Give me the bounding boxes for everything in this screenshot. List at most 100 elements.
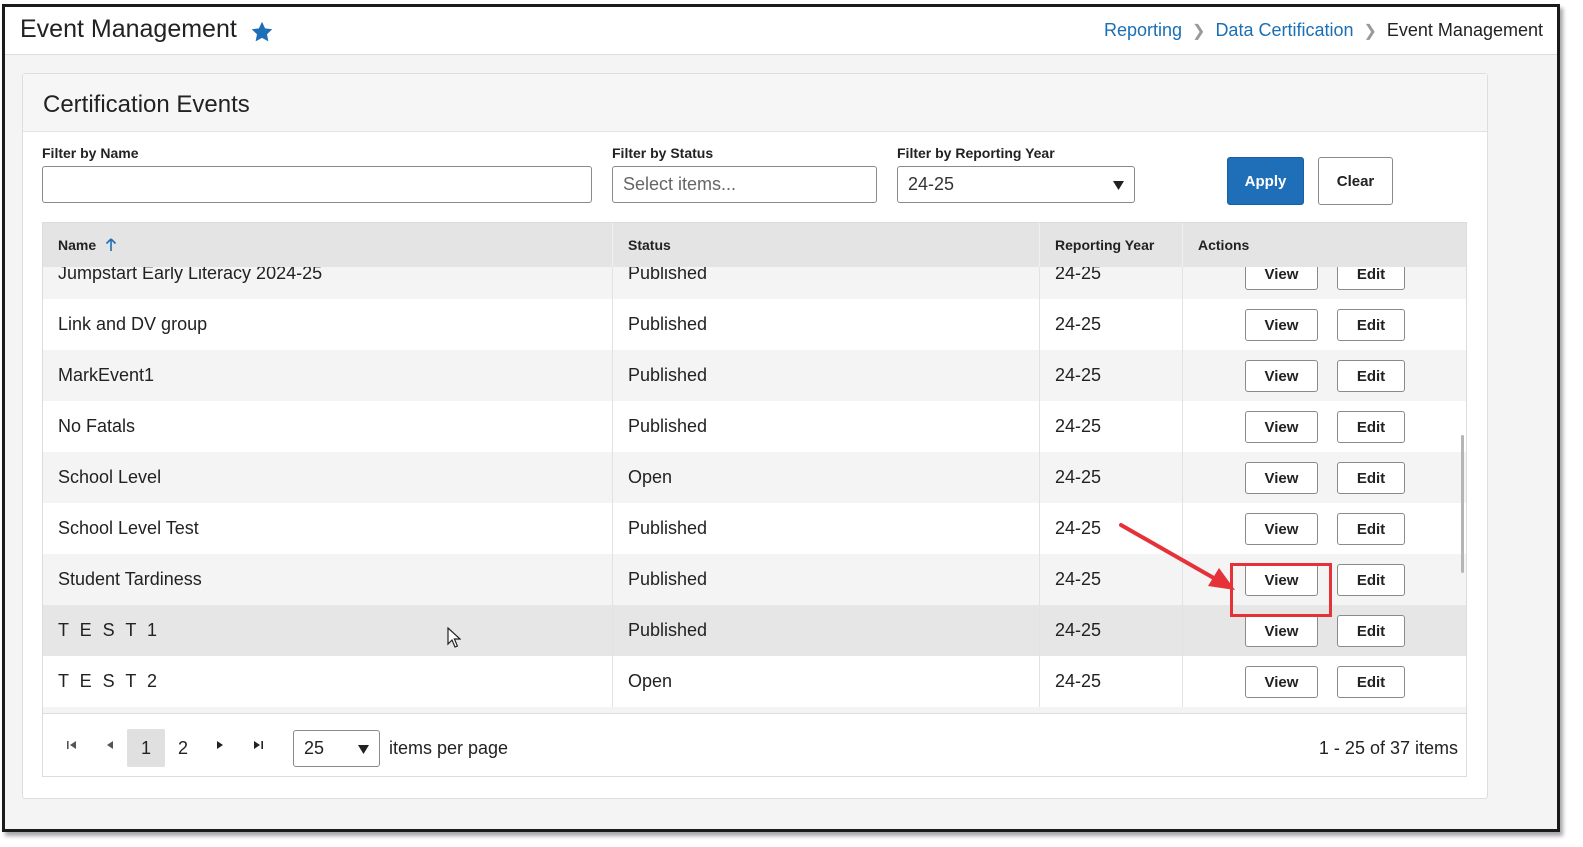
- page-title: Event Management: [20, 15, 237, 43]
- page-size-select[interactable]: 25: [293, 730, 380, 767]
- cell-name: MarkEvent1: [43, 350, 613, 401]
- edit-button[interactable]: Edit: [1337, 666, 1405, 698]
- column-header-name[interactable]: Name: [43, 223, 613, 267]
- apply-button[interactable]: Apply: [1227, 157, 1304, 205]
- page-2-button[interactable]: 2: [164, 729, 202, 767]
- next-page-icon[interactable]: [213, 738, 227, 752]
- sort-ascending-icon: [106, 238, 117, 251]
- cell-reporting-year: 24-25: [1040, 350, 1183, 401]
- column-header-actions: Actions: [1198, 237, 1250, 253]
- filter-year-label: Filter by Reporting Year: [897, 145, 1055, 161]
- cell-status: Open: [613, 656, 1040, 707]
- cell-name: T E S T 1: [43, 605, 613, 656]
- cell-reporting-year: 24-25: [1040, 452, 1183, 503]
- cell-reporting-year: 24-25: [1040, 267, 1183, 299]
- cell-reporting-year: 24-25: [1040, 605, 1183, 656]
- items-per-page-label: items per page: [389, 738, 509, 758]
- edit-button[interactable]: Edit: [1337, 564, 1405, 596]
- cell-reporting-year: 24-25: [1040, 554, 1183, 605]
- cell-status: Published: [613, 299, 1040, 350]
- cell-status: Published: [613, 401, 1040, 452]
- table-row: Student Tardiness Published 24-25 View E…: [43, 554, 1466, 605]
- edit-button[interactable]: Edit: [1337, 462, 1405, 494]
- table-row: School Level Open 24-25 View Edit: [43, 452, 1466, 503]
- filter-name-input[interactable]: [42, 166, 592, 203]
- view-button[interactable]: View: [1245, 666, 1318, 698]
- previous-page-icon[interactable]: [103, 738, 117, 752]
- cell-actions: [1183, 350, 1466, 401]
- cell-actions: [1183, 656, 1466, 707]
- filter-status-label: Filter by Status: [612, 145, 714, 161]
- cell-actions: [1183, 267, 1466, 299]
- cell-name: School Level: [43, 452, 613, 503]
- events-grid: Name Status Reporting Year Actions Jumps…: [42, 222, 1467, 777]
- card-header: Certification Events: [23, 74, 1487, 132]
- table-row: T E S T 1 Published 24-25 View Edit: [43, 605, 1466, 656]
- cell-actions: [1183, 452, 1466, 503]
- cell-status: Published: [613, 605, 1040, 656]
- chevron-right-icon: ❯: [1192, 22, 1206, 40]
- cell-reporting-year: 24-25: [1040, 401, 1183, 452]
- cell-status: Published: [613, 267, 1040, 299]
- cell-status: Published: [613, 350, 1040, 401]
- view-button[interactable]: View: [1245, 462, 1318, 494]
- filter-name-label: Filter by Name: [42, 145, 139, 161]
- table-row: Jumpstart Early Literacy 2024-25 Publish…: [43, 267, 1466, 299]
- table-row: MarkEvent1 Published 24-25 View Edit: [43, 350, 1466, 401]
- first-page-icon[interactable]: [65, 738, 79, 752]
- filter-status-placeholder: Select items...: [623, 174, 737, 194]
- column-header-name-label: Name: [58, 237, 97, 253]
- table-row: Link and DV group Published 24-25 View E…: [43, 299, 1466, 350]
- cell-actions: [1183, 554, 1466, 605]
- top-bar: Event Management Reporting ❯ Data Certif…: [5, 7, 1557, 55]
- cell-name: Student Tardiness: [43, 554, 613, 605]
- cell-actions: [1183, 503, 1466, 554]
- view-button[interactable]: View: [1245, 564, 1318, 596]
- cell-name: No Fatals: [43, 401, 613, 452]
- cell-reporting-year: 24-25: [1040, 503, 1183, 554]
- page-1-button[interactable]: 1: [127, 729, 165, 767]
- edit-button[interactable]: Edit: [1337, 513, 1405, 545]
- cell-name: Jumpstart Early Literacy 2024-25: [43, 267, 613, 299]
- card-title: Certification Events: [43, 91, 250, 118]
- cell-actions: [1183, 605, 1466, 656]
- filter-year-select[interactable]: 24-25: [897, 166, 1135, 203]
- star-icon[interactable]: [250, 20, 274, 44]
- page-size-value: 25: [304, 738, 325, 758]
- breadcrumb: Reporting ❯ Data Certification ❯ Event M…: [1104, 20, 1543, 41]
- breadcrumb-reporting[interactable]: Reporting: [1104, 20, 1182, 41]
- column-header-reporting-year[interactable]: Reporting Year: [1040, 223, 1183, 267]
- edit-button[interactable]: Edit: [1337, 360, 1405, 392]
- grid-scrollbar[interactable]: [1461, 435, 1464, 573]
- grid-header: Name Status Reporting Year Actions: [43, 223, 1466, 267]
- chevron-right-icon: ❯: [1363, 22, 1377, 40]
- cell-actions: [1183, 401, 1466, 452]
- app-window: Event Management Reporting ❯ Data Certif…: [2, 4, 1560, 832]
- table-row: T E S T 2 Open 24-25 View Edit: [43, 656, 1466, 707]
- cell-status: Published: [613, 503, 1040, 554]
- cell-status: Published: [613, 554, 1040, 605]
- edit-button[interactable]: Edit: [1337, 615, 1405, 647]
- cell-actions: [1183, 299, 1466, 350]
- view-button[interactable]: View: [1245, 513, 1318, 545]
- table-row: No Fatals Published 24-25 View Edit: [43, 401, 1466, 452]
- breadcrumb-data-certification[interactable]: Data Certification: [1215, 20, 1353, 41]
- view-button[interactable]: View: [1245, 360, 1318, 392]
- table-row: School Level Test Published 24-25 View E…: [43, 503, 1466, 554]
- mouse-cursor-icon: [447, 627, 461, 648]
- cell-reporting-year: 24-25: [1040, 299, 1183, 350]
- view-button[interactable]: View: [1245, 267, 1318, 290]
- view-button[interactable]: View: [1245, 411, 1318, 443]
- view-button[interactable]: View: [1245, 309, 1318, 341]
- edit-button[interactable]: Edit: [1337, 309, 1405, 341]
- view-button[interactable]: View: [1245, 615, 1318, 647]
- column-header-status[interactable]: Status: [613, 223, 1040, 267]
- cell-name: T E S T 2: [43, 656, 613, 707]
- certification-events-card: Certification Events Filter by Name Filt…: [22, 73, 1488, 799]
- edit-button[interactable]: Edit: [1337, 411, 1405, 443]
- edit-button[interactable]: Edit: [1337, 267, 1405, 290]
- filter-status-multiselect[interactable]: Select items...: [612, 166, 877, 203]
- clear-button[interactable]: Clear: [1318, 157, 1393, 205]
- cell-reporting-year: 24-25: [1040, 656, 1183, 707]
- last-page-icon[interactable]: [251, 738, 265, 752]
